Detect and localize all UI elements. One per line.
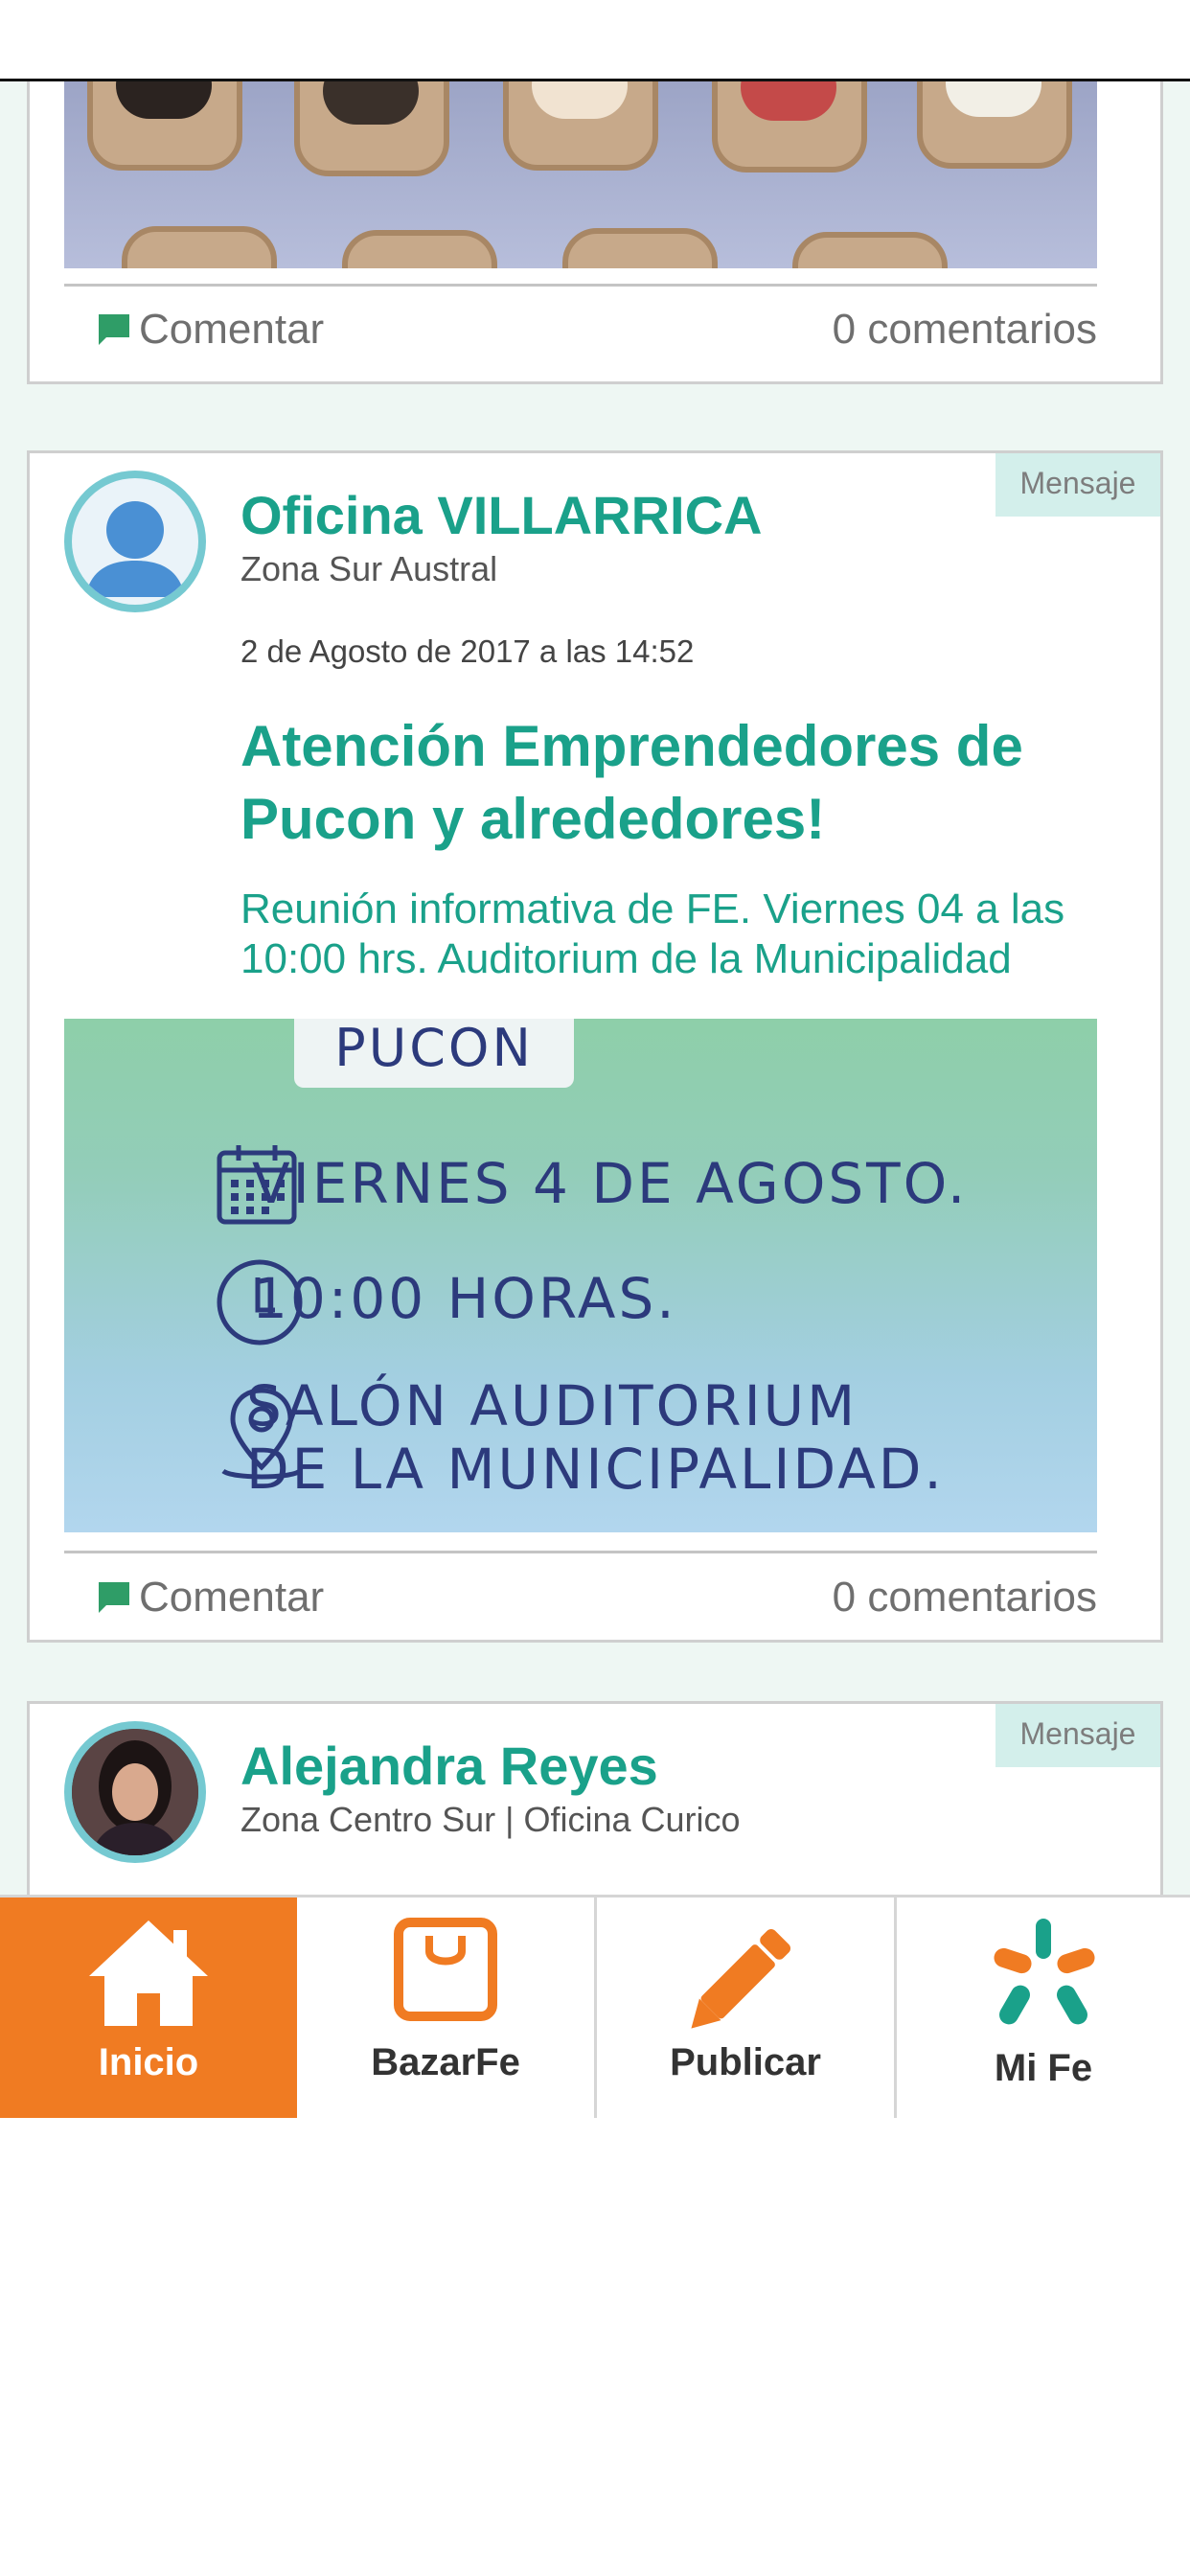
home-icon [89,1920,208,2026]
comment-button[interactable]: Comentar [99,301,324,358]
bottom-navigation: Inicio BazarFe Publicar Mi Fe [0,1895,1190,2118]
nav-bazarfe[interactable]: BazarFe [297,1898,597,2118]
poster-place-line2: DE LA MUNICIPALIDAD. [246,1437,945,1502]
post-title: Atención Emprendedores de Pucon y alrede… [240,714,1023,851]
canape [122,226,277,268]
canape [562,228,718,268]
canape [294,81,449,176]
post-card: Comentar 0 comentarios [27,81,1163,384]
feed[interactable]: Comentar 0 comentarios Mensaje Oficina V… [0,81,1190,1895]
comment-label: Comentar [139,306,325,353]
comment-count[interactable]: 0 comentarios [833,1569,1097,1626]
comment-icon [99,1582,129,1613]
author-zone: Zona Centro Sur | Oficina Curico [240,1800,741,1839]
pencil-icon [691,1928,791,2029]
comment-label: Comentar [139,1574,325,1621]
poster-time: 10:00 HORAS. [252,1266,677,1331]
author-name[interactable]: Oficina VILLARRICA [240,484,762,546]
post-card: Mensaje Oficina VILLARRICA Zona Sur Aust… [27,450,1163,1643]
canape [917,81,1072,169]
divider [64,284,1097,287]
nav-label: Inicio [98,2041,199,2083]
avatar[interactable] [64,471,206,612]
nav-label: BazarFe [371,2041,520,2083]
comment-button[interactable]: Comentar [99,1569,324,1626]
author-zone: Zona Sur Austral [240,549,498,588]
post-image[interactable]: PUCON VIERNES 4 DE AGOSTO. 10:00 HORAS. [64,1019,1097,1532]
post-date: 2 de Agosto de 2017 a las 14:52 [240,633,695,669]
post-image[interactable] [64,81,1097,268]
user-silhouette-icon [85,501,185,597]
canape [342,230,497,268]
divider [64,1551,1097,1553]
poster-date: VIERNES 4 DE AGOSTO. [252,1151,969,1216]
comment-count[interactable]: 0 comentarios [833,301,1097,358]
comment-row: Comentar 0 comentarios [64,1569,1097,1626]
poster-heading: PUCON [294,1019,574,1088]
canape [792,232,948,268]
message-badge[interactable]: Mensaje [995,453,1160,517]
nav-label: Mi Fe [994,2047,1093,2089]
post-body: Reunión informativa de FE. Viernes 04 a … [240,886,1065,982]
post-card: Mensaje Alejandra Reyes Zona Centro Sur … [27,1701,1163,1895]
top-bar [0,0,1190,81]
nav-inicio[interactable]: Inicio [0,1898,297,2118]
nav-label: Publicar [670,2041,821,2083]
comment-row: Comentar 0 comentarios [64,301,1097,358]
author-name[interactable]: Alejandra Reyes [240,1735,658,1797]
canape [503,81,658,171]
canape [712,81,867,172]
shopping-bag-icon [394,1918,497,2021]
fe-logo-icon [994,1919,1095,2025]
nav-mife[interactable]: Mi Fe [897,1898,1190,2118]
poster-place-line1: SALÓN AUDITORIUM [246,1373,858,1438]
avatar[interactable] [64,1721,206,1863]
comment-icon [99,314,129,345]
nav-publicar[interactable]: Publicar [597,1898,897,2118]
canape [87,81,242,171]
message-badge[interactable]: Mensaje [995,1704,1160,1767]
profile-photo [72,1729,198,1855]
